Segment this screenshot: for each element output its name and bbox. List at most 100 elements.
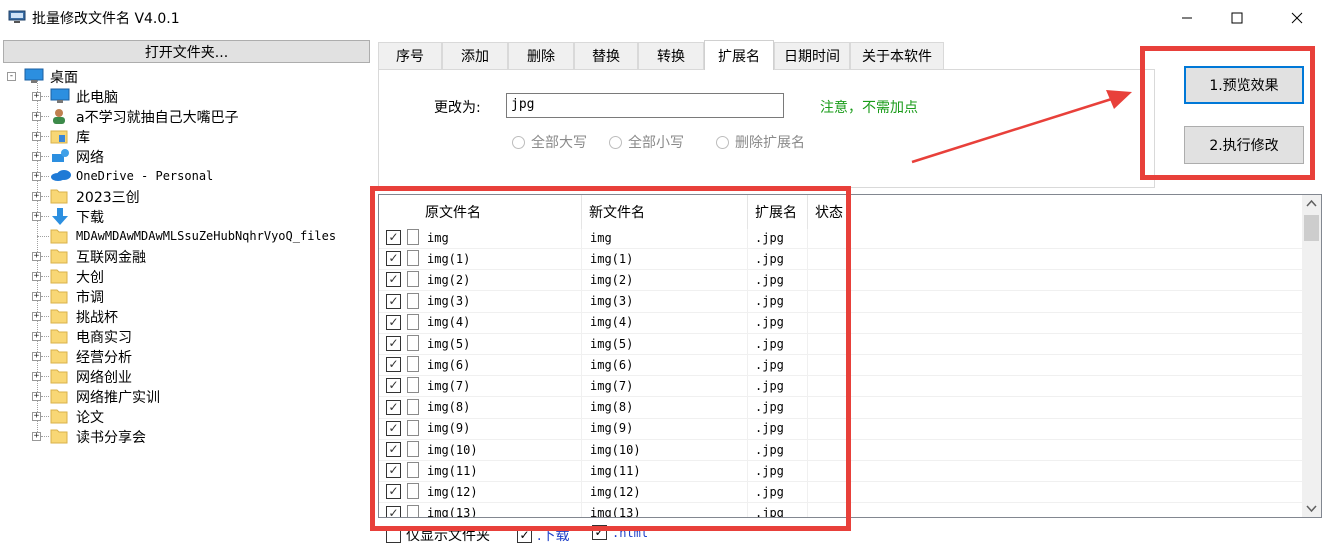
tree-item-label: 桌面 (50, 70, 78, 86)
tree-line (41, 396, 49, 397)
expand-icon[interactable]: + (32, 112, 41, 121)
download-icon (50, 208, 68, 225)
tree-line (41, 216, 49, 217)
tab-6[interactable]: 日期时间 (774, 42, 850, 69)
tree-item-label: 库 (76, 130, 90, 146)
scrollbar-thumb[interactable] (1304, 215, 1319, 241)
folder-icon (50, 248, 68, 264)
expand-icon[interactable]: + (32, 352, 41, 361)
tree-item[interactable]: + 互联网金融 (0, 246, 372, 266)
tree-item[interactable]: - 桌面 (0, 66, 372, 86)
minimize-icon (1182, 17, 1192, 19)
expand-icon[interactable]: + (32, 192, 41, 201)
tree-item[interactable]: + 网络创业 (0, 366, 372, 386)
scroll-up-icon[interactable] (1302, 195, 1321, 213)
title-bar: 批量修改文件名 V4.0.1 (0, 0, 1326, 36)
tree-line (41, 276, 49, 277)
scroll-down-icon[interactable] (1302, 499, 1321, 517)
vertical-scrollbar[interactable] (1302, 195, 1321, 517)
expand-icon[interactable]: + (32, 372, 41, 381)
radio-delete-ext[interactable]: 删除扩展名 (716, 132, 805, 152)
tree-item-label: 市调 (76, 290, 104, 306)
annotation-box-list (370, 186, 851, 531)
expand-icon[interactable]: + (32, 332, 41, 341)
tree-item[interactable]: + OneDrive - Personal (0, 166, 372, 186)
tree-item[interactable]: + 读书分享会 (0, 426, 372, 446)
radio-circle (512, 135, 525, 149)
radio-circle (609, 135, 622, 149)
tab-7[interactable]: 关于本软件 (850, 42, 944, 69)
tree-item-label: 下载 (76, 210, 104, 226)
tab-4[interactable]: 转换 (638, 42, 704, 69)
tree-item[interactable]: + 网络推广实训 (0, 386, 372, 406)
expand-icon[interactable]: + (32, 132, 41, 141)
radio-all-lower[interactable]: 全部小写 (609, 132, 684, 152)
tree-item[interactable]: + 市调 (0, 286, 372, 306)
tree-item[interactable]: MDAwMDAwMDAwMLSsuZeHubNqhrVyoQ_files (0, 226, 372, 246)
tree-item-label: 2023三创 (76, 190, 140, 206)
folder-tree[interactable]: - 桌面 + 此电脑 + a不学习就抽自己大嘴巴子 + 库 + 网络 + OneDrive - Per… (0, 66, 372, 466)
tree-item[interactable]: + 大创 (0, 266, 372, 286)
folder-icon (50, 328, 68, 344)
tree-line (41, 156, 49, 157)
tree-line (41, 196, 49, 197)
expand-icon[interactable]: + (32, 292, 41, 301)
tree-item-label: 互联网金融 (76, 250, 146, 266)
expand-icon[interactable]: + (32, 272, 41, 281)
tree-item[interactable]: + 此电脑 (0, 86, 372, 106)
network-icon (50, 148, 69, 164)
expand-icon[interactable]: + (32, 312, 41, 321)
expand-icon[interactable]: + (32, 212, 41, 221)
annotation-arrow (911, 90, 1132, 164)
close-icon (1291, 12, 1303, 24)
tree-item-label: 网络创业 (76, 370, 132, 386)
folder-icon (50, 388, 68, 404)
tree-item-label: 电商实习 (76, 330, 132, 346)
folder-icon (50, 368, 68, 384)
tree-item[interactable]: + 经营分析 (0, 346, 372, 366)
minimize-button[interactable] (1164, 0, 1210, 36)
tree-item[interactable]: + 库 (0, 126, 372, 146)
tab-2[interactable]: 删除 (508, 42, 574, 69)
library-icon (50, 128, 68, 144)
tree-item[interactable]: + 论文 (0, 406, 372, 426)
radio-label: 全部大写 (531, 135, 587, 151)
tree-item-label: 读书分享会 (76, 430, 146, 446)
tree-item[interactable]: + 网络 (0, 146, 372, 166)
tab-0[interactable]: 序号 (378, 42, 442, 69)
tab-1[interactable]: 添加 (442, 42, 508, 69)
tree-item-label: 大创 (76, 270, 104, 286)
tree-item[interactable]: + 下载 (0, 206, 372, 226)
tree-item[interactable]: +2023三创 (0, 186, 372, 206)
tab-3[interactable]: 替换 (574, 42, 638, 69)
radio-all-upper[interactable]: 全部大写 (512, 132, 587, 152)
tree-item-label: 论文 (76, 410, 104, 426)
tree-item[interactable]: + a不学习就抽自己大嘴巴子 (0, 106, 372, 126)
folder-icon (50, 308, 68, 324)
tree-line (41, 376, 49, 377)
collapse-icon[interactable]: - (7, 72, 16, 81)
tree-item[interactable]: + 挑战杯 (0, 306, 372, 326)
tab-5[interactable]: 扩展名 (704, 40, 774, 70)
tree-item[interactable]: + 电商实习 (0, 326, 372, 346)
cloud-icon (50, 168, 71, 184)
tree-line (41, 256, 49, 257)
expand-icon[interactable]: + (32, 172, 41, 181)
expand-icon[interactable]: + (32, 432, 41, 441)
extension-input[interactable]: jpg (506, 93, 784, 118)
expand-icon[interactable]: + (32, 92, 41, 101)
close-button[interactable] (1274, 0, 1320, 36)
folder-icon (50, 428, 68, 444)
tree-line (41, 316, 49, 317)
folder-icon (50, 288, 68, 304)
expand-icon[interactable]: + (32, 252, 41, 261)
tree-item-label: 此电脑 (76, 90, 118, 106)
open-folder-button[interactable]: 打开文件夹... (3, 40, 370, 63)
expand-icon[interactable]: + (32, 152, 41, 161)
tree-line (37, 236, 49, 237)
user-icon (50, 108, 68, 124)
expand-icon[interactable]: + (32, 392, 41, 401)
maximize-button[interactable] (1214, 0, 1260, 36)
expand-icon[interactable]: + (32, 412, 41, 421)
tree-line (41, 176, 49, 177)
